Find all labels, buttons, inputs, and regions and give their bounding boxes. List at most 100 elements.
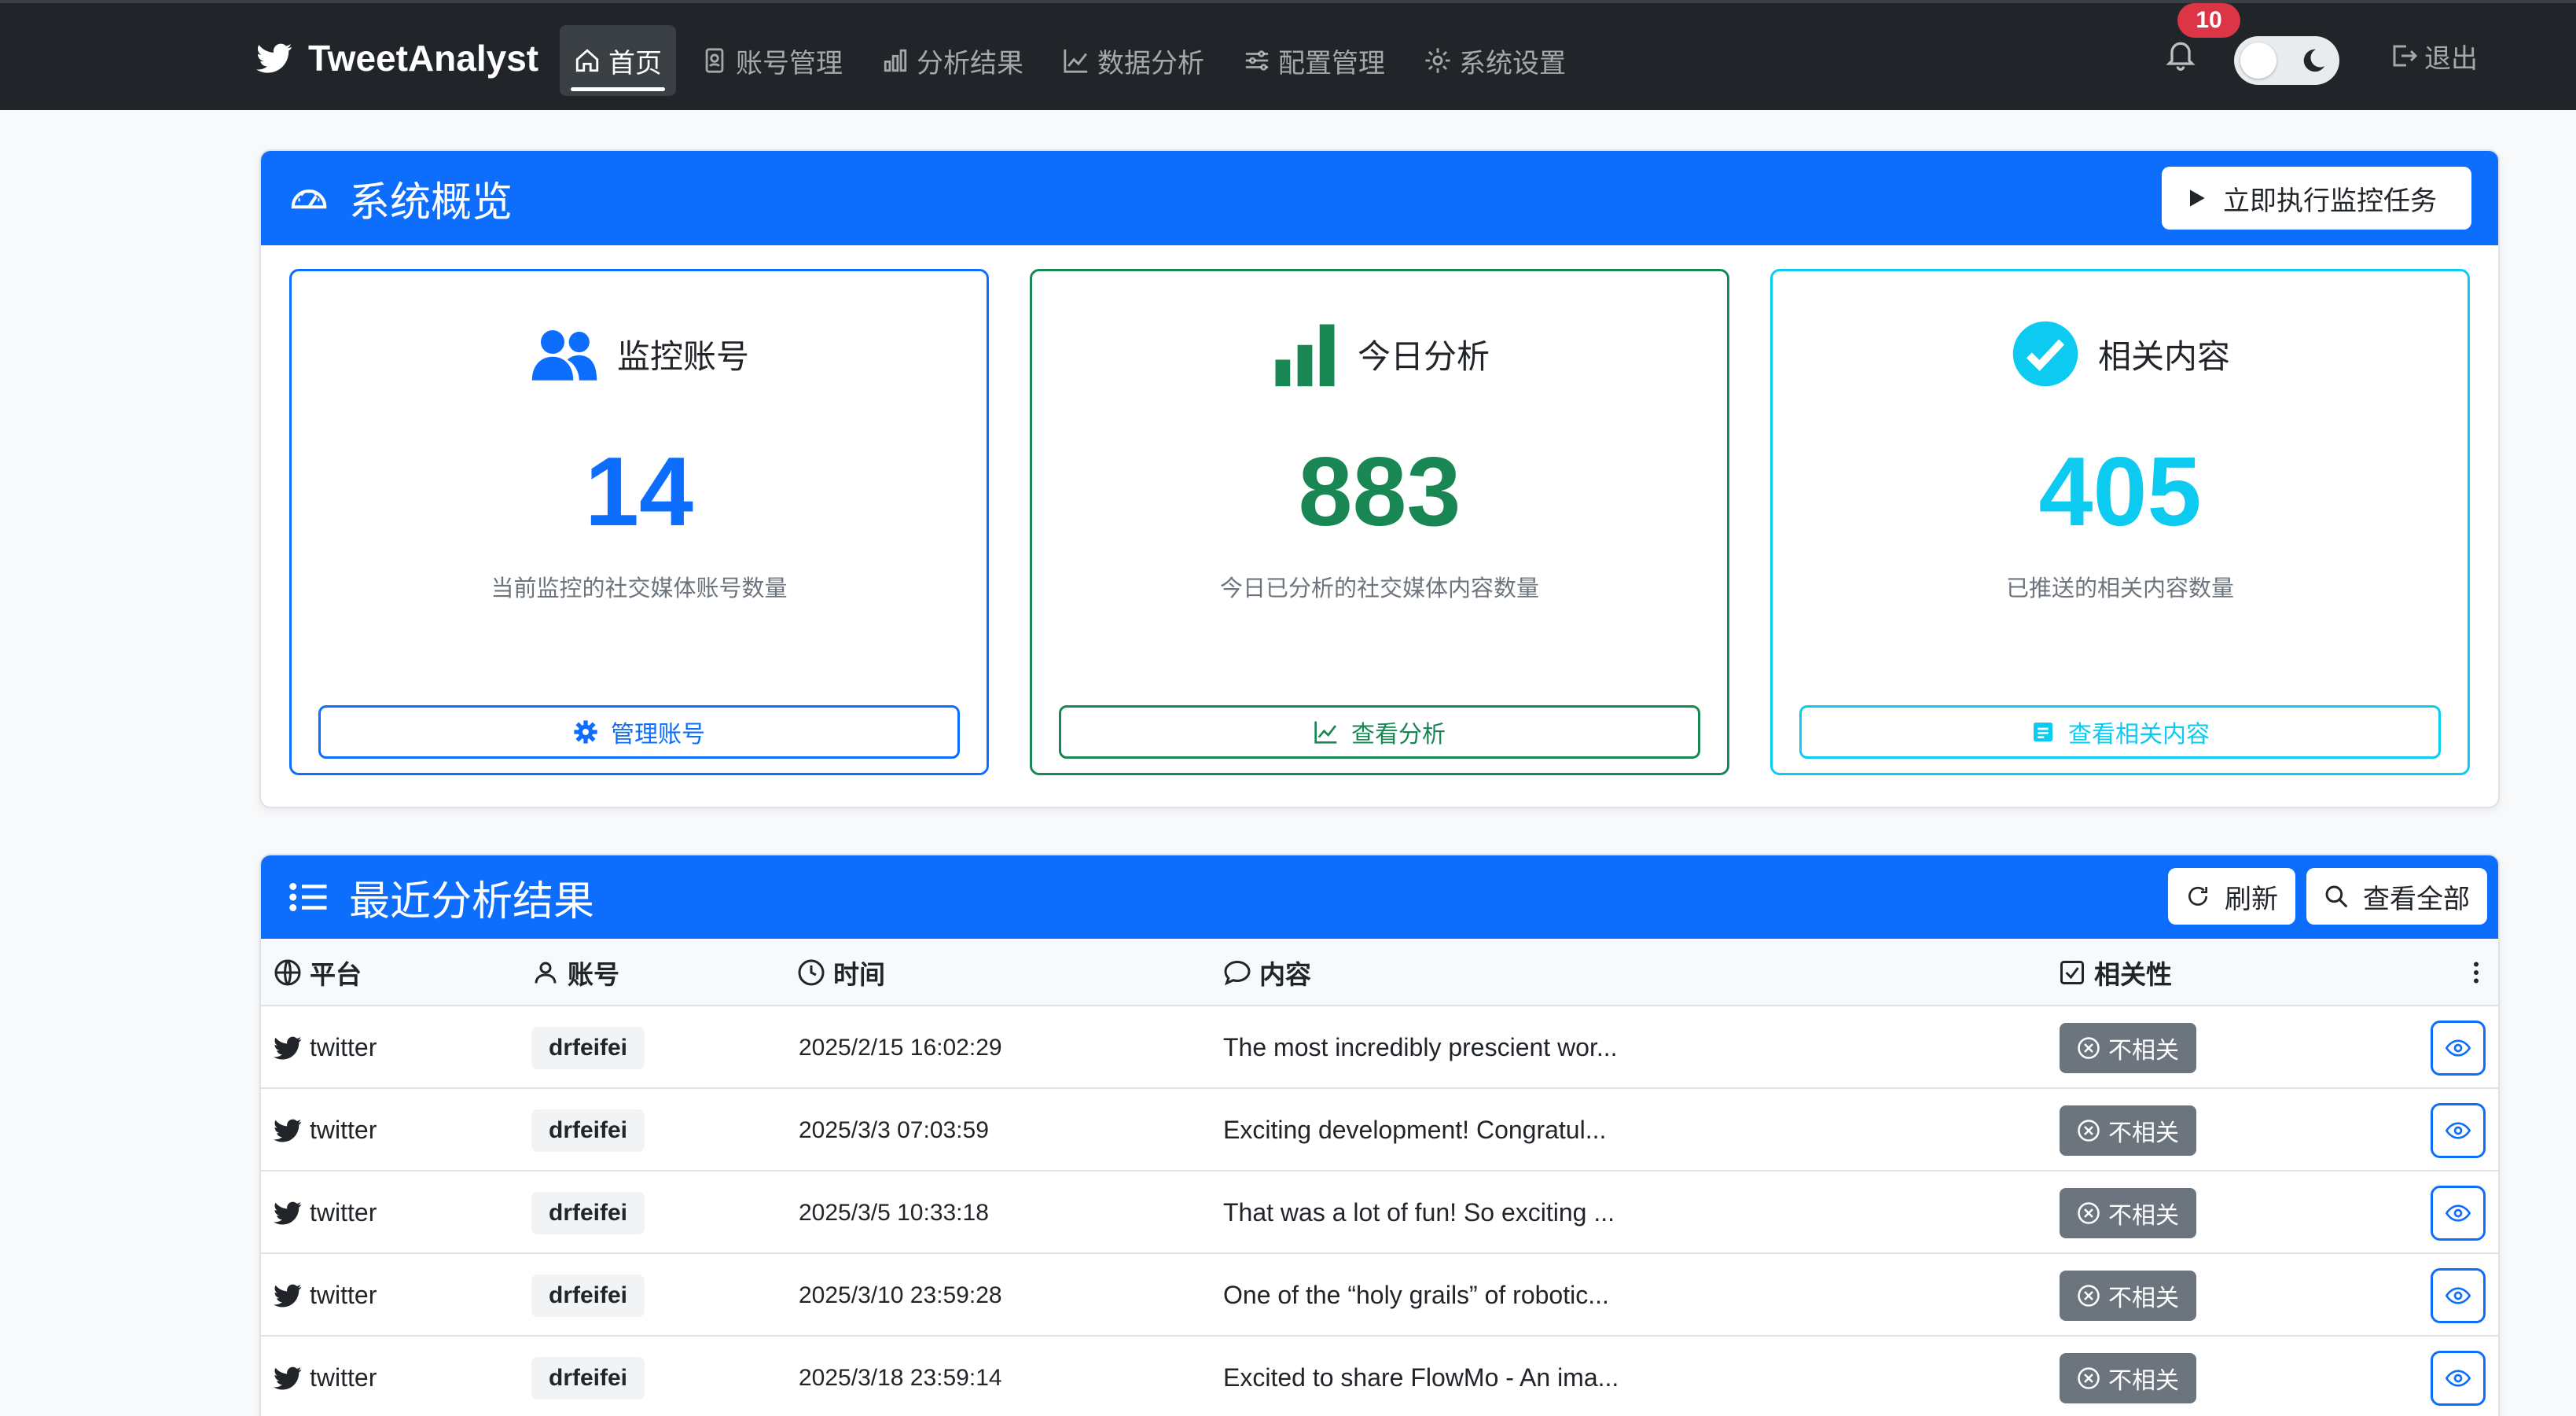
top-navbar: TweetAnalyst 首页 账号管理 分析结果 数据分析 配置管理 系统设置… bbox=[0, 0, 2576, 110]
nav-item-label: 数据分析 bbox=[1097, 48, 1204, 79]
view-all-button[interactable]: 查看全部 bbox=[2306, 868, 2487, 925]
nav-item-analytics[interactable]: 数据分析 bbox=[1049, 25, 1218, 96]
table-header: 平台 账号 时间 内容 相关性 bbox=[261, 939, 2498, 1006]
view-detail-button[interactable] bbox=[2431, 1186, 2486, 1241]
col-platform[interactable]: 平台 bbox=[274, 939, 362, 1006]
bell-icon[interactable] bbox=[2163, 38, 2198, 72]
account-badge[interactable]: drfeifei bbox=[531, 1026, 645, 1069]
account-badge[interactable]: drfeifei bbox=[531, 1356, 645, 1399]
manage-accounts-label: 管理账号 bbox=[611, 722, 705, 748]
stat-title-text: 相关内容 bbox=[2097, 337, 2230, 375]
platform-cell: twitter bbox=[274, 1337, 377, 1416]
search-icon bbox=[2325, 885, 2348, 908]
gear-icon bbox=[1425, 48, 1450, 73]
platform-cell: twitter bbox=[274, 1089, 377, 1171]
bar-chart-icon bbox=[1275, 324, 1335, 387]
x-circle-icon bbox=[2078, 1366, 2100, 1389]
relevance-cell: 不相关 bbox=[2060, 1006, 2196, 1089]
account-cell: drfeifei bbox=[531, 1089, 645, 1171]
eye-icon bbox=[2446, 1122, 2471, 1139]
content-cell: Exciting development! Congratul... bbox=[1223, 1116, 1607, 1144]
col-account[interactable]: 账号 bbox=[531, 939, 619, 1006]
platform-name: twitter bbox=[310, 1281, 377, 1309]
refresh-label: 刷新 bbox=[2225, 884, 2278, 914]
table-row[interactable]: twitter drfeifei 2025/2/15 16:02:29 The … bbox=[261, 1006, 2498, 1089]
globe-icon bbox=[274, 959, 301, 986]
account-badge[interactable]: drfeifei bbox=[531, 1109, 645, 1152]
view-detail-button[interactable] bbox=[2431, 1021, 2486, 1076]
nav-item-home[interactable]: 首页 bbox=[560, 25, 676, 96]
dark-mode-toggle[interactable] bbox=[2234, 36, 2339, 85]
twitter-bird-icon bbox=[256, 43, 292, 73]
table-row[interactable]: twitter drfeifei 2025/3/3 07:03:59 Excit… bbox=[261, 1089, 2498, 1171]
relevance-badge: 不相关 bbox=[2060, 1270, 2196, 1321]
nav-item-accounts[interactable]: 账号管理 bbox=[687, 25, 857, 96]
view-all-label: 查看全部 bbox=[2363, 884, 2470, 914]
time-cell: 2025/3/3 07:03:59 bbox=[799, 1116, 989, 1143]
chat-icon bbox=[1224, 960, 1251, 986]
brand-name: TweetAnalyst bbox=[308, 38, 539, 79]
table-row[interactable]: twitter drfeifei 2025/3/5 10:33:18 That … bbox=[261, 1171, 2498, 1254]
table-row[interactable]: twitter drfeifei 2025/3/10 23:59:28 One … bbox=[261, 1254, 2498, 1337]
account-cell: drfeifei bbox=[531, 1171, 645, 1254]
relevance-cell: 不相关 bbox=[2060, 1089, 2196, 1171]
card-text-icon bbox=[2034, 723, 2052, 741]
gear-icon bbox=[574, 720, 597, 744]
platform-cell: twitter bbox=[274, 1254, 377, 1337]
stat-title-text: 今日分析 bbox=[1357, 337, 1490, 375]
x-circle-icon bbox=[2078, 1119, 2100, 1142]
time-cell: 2025/2/15 16:02:29 bbox=[799, 1034, 1002, 1061]
view-detail-button[interactable] bbox=[2431, 1268, 2486, 1323]
three-dots-vertical-icon bbox=[2474, 962, 2479, 984]
eye-icon bbox=[2446, 1370, 2471, 1387]
view-analysis-button[interactable]: 查看分析 bbox=[1059, 705, 1700, 759]
nav-item-config[interactable]: 配置管理 bbox=[1229, 25, 1399, 96]
manage-accounts-button[interactable]: 管理账号 bbox=[318, 705, 960, 759]
stat-title: 今日分析 bbox=[1032, 318, 1727, 389]
time-cell: 2025/3/18 23:59:14 bbox=[799, 1364, 1002, 1391]
account-badge[interactable]: drfeifei bbox=[531, 1274, 645, 1317]
person-icon bbox=[535, 962, 557, 984]
relevance-badge: 不相关 bbox=[2060, 1187, 2196, 1238]
nav-item-results[interactable]: 分析结果 bbox=[868, 25, 1038, 96]
platform-name: twitter bbox=[310, 1198, 377, 1227]
time-cell: 2025/3/5 10:33:18 bbox=[799, 1199, 989, 1226]
col-content[interactable]: 内容 bbox=[1223, 939, 1311, 1006]
recent-results-card: 最近分析结果 刷新 查看全部 平台 账号 时间 内容 相关性 twitter d… bbox=[259, 854, 2500, 1416]
relevance-cell: 不相关 bbox=[2060, 1337, 2196, 1416]
twitter-bird-icon bbox=[274, 1366, 302, 1390]
people-icon bbox=[531, 330, 597, 381]
overview-title: 系统概览 bbox=[288, 169, 513, 228]
col-relevance[interactable]: 相关性 bbox=[2058, 939, 2172, 1006]
column-options-button[interactable] bbox=[2462, 939, 2498, 1006]
nav-item-label: 分析结果 bbox=[917, 48, 1023, 79]
twitter-bird-icon bbox=[274, 1201, 302, 1225]
relevance-label: 不相关 bbox=[2108, 1367, 2179, 1394]
eye-icon bbox=[2446, 1205, 2471, 1222]
view-detail-button[interactable] bbox=[2431, 1103, 2486, 1158]
toggle-knob bbox=[2240, 42, 2277, 79]
refresh-button[interactable]: 刷新 bbox=[2168, 868, 2295, 925]
content-cell: That was a lot of fun! So exciting ... bbox=[1223, 1198, 1615, 1227]
check-square-icon bbox=[2060, 961, 2084, 984]
logout-link[interactable]: 退出 bbox=[2390, 36, 2478, 75]
house-icon bbox=[575, 49, 599, 72]
person-badge-icon bbox=[705, 48, 724, 73]
brand[interactable]: TweetAnalyst bbox=[256, 35, 538, 82]
stat-title: 监控账号 bbox=[292, 318, 987, 389]
account-badge[interactable]: drfeifei bbox=[531, 1191, 645, 1234]
relevance-label: 不相关 bbox=[2108, 1202, 2179, 1229]
col-time[interactable]: 时间 bbox=[797, 939, 885, 1006]
account-cell: drfeifei bbox=[531, 1254, 645, 1337]
eye-icon bbox=[2446, 1039, 2471, 1057]
stat-value: 883 bbox=[1298, 438, 1461, 546]
relevance-badge: 不相关 bbox=[2060, 1352, 2196, 1403]
x-circle-icon bbox=[2078, 1201, 2100, 1224]
overview-title-text: 系统概览 bbox=[349, 179, 513, 226]
relevance-cell: 不相关 bbox=[2060, 1171, 2196, 1254]
run-monitor-button[interactable]: 立即执行监控任务 bbox=[2162, 167, 2471, 230]
nav-item-settings[interactable]: 系统设置 bbox=[1410, 25, 1580, 96]
view-detail-button[interactable] bbox=[2431, 1351, 2486, 1406]
view-relevant-button[interactable]: 查看相关内容 bbox=[1799, 705, 2441, 759]
table-row[interactable]: twitter drfeifei 2025/3/18 23:59:14 Exci… bbox=[261, 1337, 2498, 1416]
